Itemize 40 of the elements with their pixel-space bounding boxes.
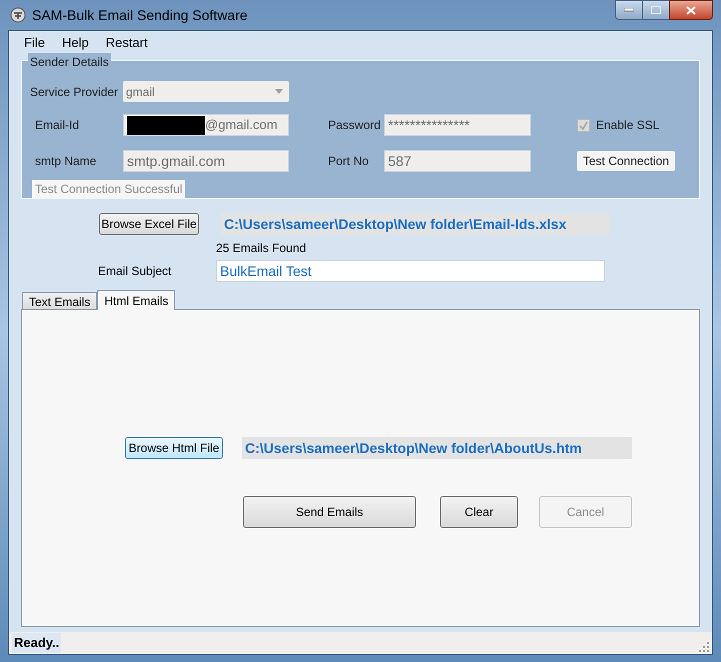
maximize-button[interactable] <box>643 0 669 20</box>
menu-item[interactable]: Help <box>62 33 89 53</box>
action-button[interactable]: Clear <box>440 496 518 528</box>
minimize-icon <box>624 8 634 12</box>
status-text: Ready.. <box>12 633 62 653</box>
dropdown-arrow-icon <box>275 89 283 94</box>
email-field[interactable]: @gmail.com <box>123 114 289 136</box>
minimize-button[interactable] <box>615 0 643 20</box>
connection-status: Test Connection Successful <box>32 180 186 198</box>
field-label: Email Subject <box>98 263 172 280</box>
field-label: Email-Id <box>35 117 80 134</box>
push-button[interactable]: Browse Excel File <box>99 213 199 235</box>
excel-path-field: C:\Users\sameer\Desktop\New folder\Email-Ids.xlsx <box>221 213 610 235</box>
tab[interactable]: Html Emails <box>97 290 176 310</box>
checkbox-label: Enable SSL <box>596 117 660 134</box>
close-icon <box>686 6 696 14</box>
password-field[interactable]: *************** <box>384 114 531 136</box>
field-label: Port No <box>328 153 370 170</box>
service-provider-dropdown[interactable]: gmail <box>123 81 289 102</box>
resize-grip-icon <box>699 642 709 652</box>
smtp-field[interactable]: smtp.gmail.com <box>123 150 289 172</box>
subject-field[interactable]: BulkEmail Test <box>216 260 605 282</box>
field-label: smtp Name <box>35 153 98 170</box>
field-label: Password <box>328 117 382 134</box>
window-title: SAM-Bulk Email Sending Software <box>32 6 248 25</box>
tab[interactable]: Text Emails <box>22 292 98 309</box>
maximize-icon <box>651 6 661 14</box>
menu-item[interactable]: Restart <box>106 33 148 53</box>
action-button[interactable]: Send Emails <box>243 496 416 528</box>
email-value: @gmail.com <box>205 116 278 134</box>
check-icon <box>579 120 588 130</box>
html-path-field: C:\Users\sameer\Desktop\New folder\AboutUs.htm <box>242 437 632 459</box>
emails-found-label: 25 Emails Found <box>216 240 308 257</box>
close-button[interactable] <box>669 0 713 20</box>
port-field[interactable]: 587 <box>384 150 531 172</box>
app-icon <box>10 7 26 23</box>
menu-item[interactable]: File <box>24 33 45 53</box>
test-connection-button[interactable]: Test Connection <box>577 151 676 171</box>
browse-html-button[interactable]: Browse Html File <box>125 437 223 459</box>
field-label: Service Provider <box>30 84 120 100</box>
